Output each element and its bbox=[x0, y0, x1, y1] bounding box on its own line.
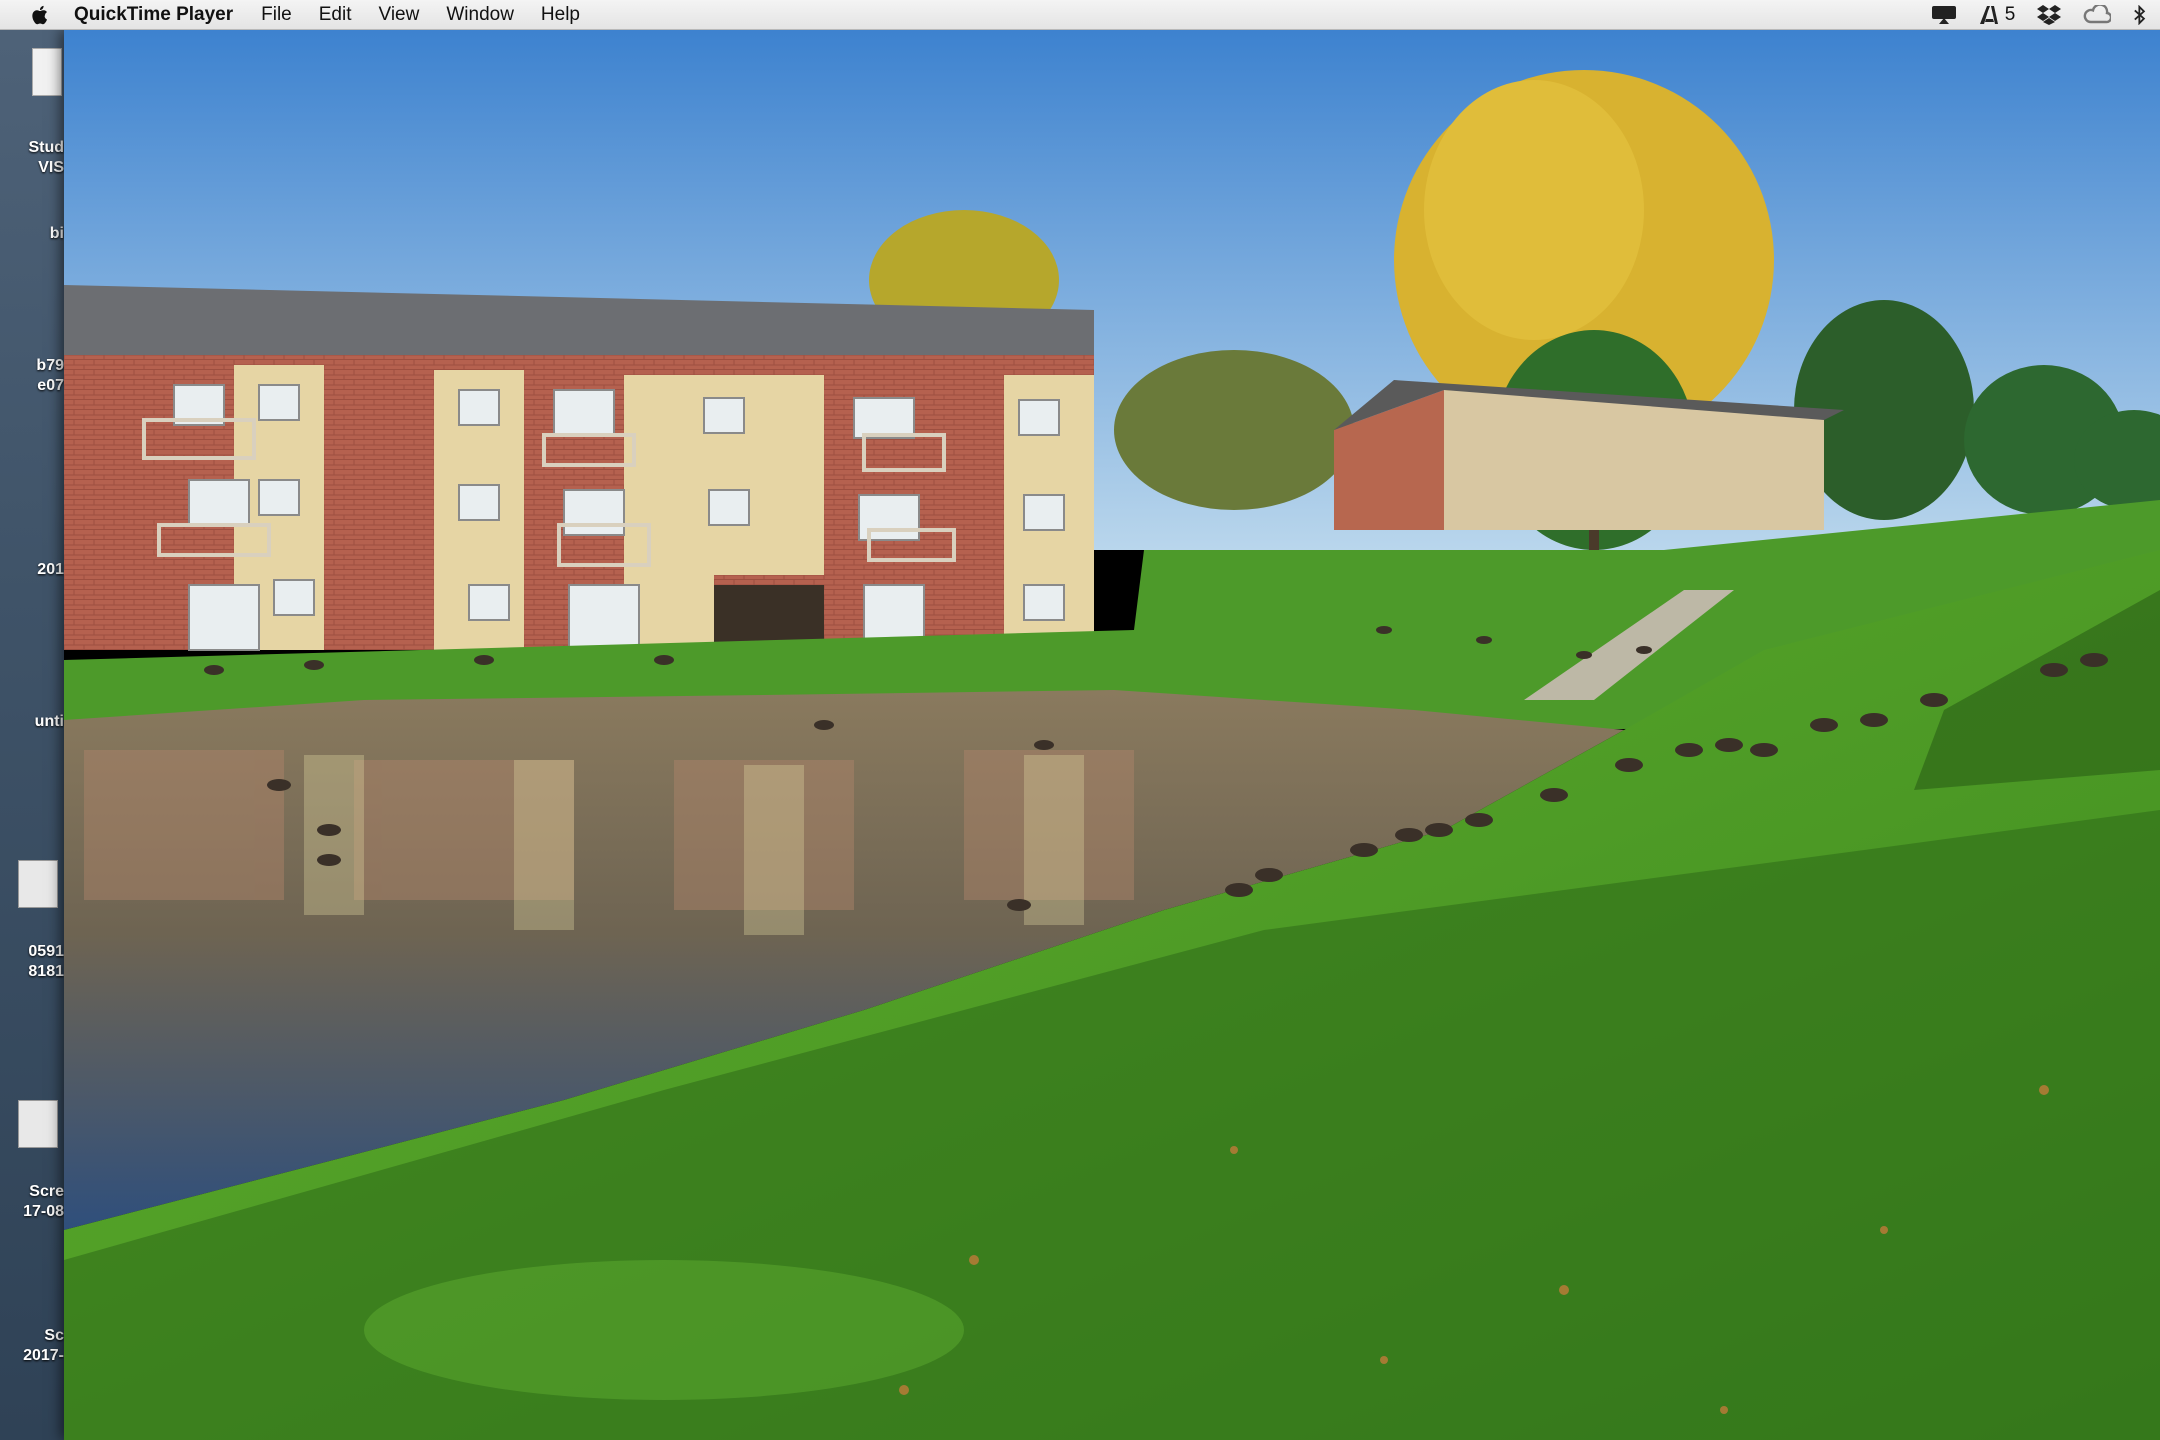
dropbox-icon[interactable] bbox=[2037, 5, 2062, 25]
desktop-image-thumbnail[interactable] bbox=[18, 860, 58, 908]
adobe-count: 5 bbox=[2004, 4, 2016, 25]
creative-cloud-icon[interactable] bbox=[2083, 5, 2112, 25]
desktop-label: VIS bbox=[38, 159, 64, 176]
desktop-label: unti bbox=[34, 713, 64, 730]
menu-edit[interactable]: Edit bbox=[319, 4, 352, 26]
desktop-label: 0591 bbox=[28, 943, 64, 960]
desktop-file-icon[interactable] bbox=[32, 48, 62, 96]
apple-icon[interactable] bbox=[22, 4, 56, 26]
menu-window[interactable]: Window bbox=[446, 4, 514, 26]
menu-view[interactable]: View bbox=[379, 4, 420, 26]
desktop-label: 201 bbox=[37, 561, 64, 578]
desktop-background: Stud VIS bi b79 e07 201 unti 0591 8181 S… bbox=[0, 30, 66, 1440]
status-area: 5 bbox=[1931, 0, 2146, 30]
app-name-menu[interactable]: QuickTime Player bbox=[74, 4, 233, 26]
desktop-label: bi bbox=[49, 225, 64, 242]
menu-file[interactable]: File bbox=[261, 4, 292, 26]
menu-help[interactable]: Help bbox=[541, 4, 580, 26]
adobe-icon bbox=[1979, 6, 1998, 24]
adobe-status[interactable]: 5 bbox=[1979, 4, 2016, 26]
desktop-label: Sc bbox=[44, 1327, 64, 1344]
desktop-label: 8181 bbox=[28, 963, 64, 980]
desktop-label: 2017- bbox=[23, 1347, 64, 1364]
desktop-label: 17-08 bbox=[23, 1203, 64, 1220]
airplay-icon[interactable] bbox=[1931, 5, 1957, 25]
video-frame bbox=[64, 30, 2160, 1440]
desktop-label: e07 bbox=[37, 377, 64, 394]
desktop-screenshot-thumbnail[interactable] bbox=[18, 1100, 58, 1148]
desktop-label: b79 bbox=[36, 357, 64, 374]
quicktime-video-window[interactable] bbox=[64, 30, 2160, 1440]
desktop-label: Scre bbox=[29, 1183, 64, 1200]
bluetooth-icon[interactable] bbox=[2133, 5, 2146, 25]
desktop-label: Stud bbox=[28, 139, 64, 156]
menu-bar: QuickTime Player File Edit View Window H… bbox=[0, 0, 2160, 30]
